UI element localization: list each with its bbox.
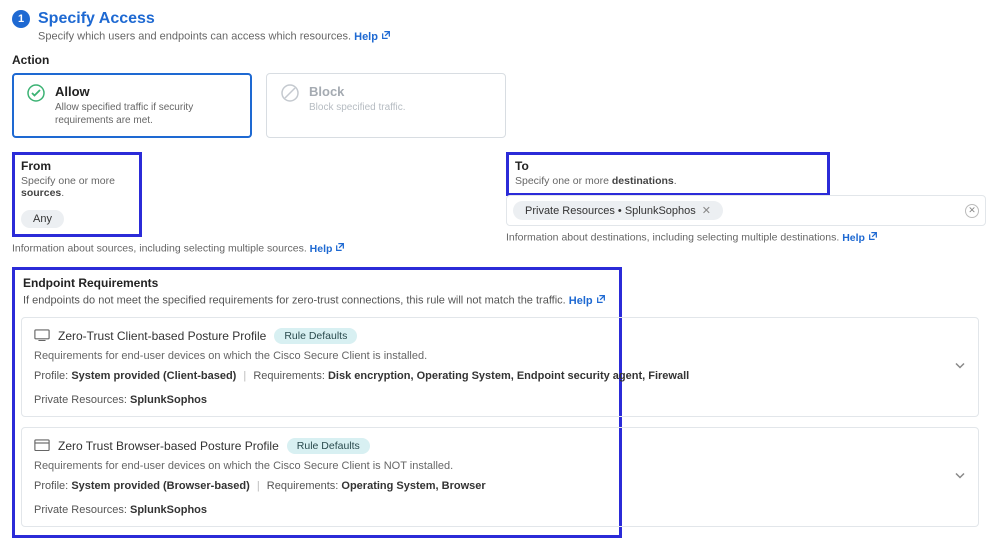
posture-profile-card: Zero Trust Browser-based Posture Profile… <box>21 427 979 527</box>
profile-details-line: Profile: System provided (Browser-based)… <box>34 480 966 492</box>
to-chip-resource[interactable]: Private Resources • SplunkSophos ✕ <box>513 201 723 220</box>
block-circle-icon <box>281 84 299 102</box>
endpoint-requirements-desc: If endpoints do not meet the specified r… <box>23 294 611 307</box>
profile-details-line: Profile: System provided (Client-based) … <box>34 370 966 382</box>
chip-remove-icon[interactable]: ✕ <box>702 204 711 217</box>
help-link-step[interactable]: Help <box>354 30 391 43</box>
step-title: Specify Access <box>38 10 155 28</box>
check-circle-icon <box>27 84 45 102</box>
from-chip-row[interactable]: Any <box>21 205 133 228</box>
step-description: Specify which users and endpoints can ac… <box>38 30 986 43</box>
help-link-label: Help <box>354 31 378 43</box>
help-link-to[interactable]: Help <box>842 231 878 244</box>
step-number-badge: 1 <box>12 10 30 28</box>
to-title: To <box>515 159 821 173</box>
action-block-card[interactable]: Block Block specified traffic. <box>266 73 506 138</box>
profile-name: Zero-Trust Client-based Posture Profile <box>58 329 266 343</box>
from-title: From <box>21 159 133 173</box>
from-highlight-frame: From Specify one or more sources. Any <box>12 152 142 237</box>
profile-name: Zero Trust Browser-based Posture Profile <box>58 439 279 453</box>
to-column: To Specify one or more destinations. Pri… <box>506 152 986 255</box>
external-link-icon <box>381 30 391 43</box>
action-options: Allow Allow specified traffic if securit… <box>12 73 986 138</box>
help-link-from[interactable]: Help <box>310 242 346 255</box>
profile-sub: Requirements for end-user devices on whi… <box>34 460 966 472</box>
clear-all-icon[interactable]: ✕ <box>965 204 979 218</box>
action-label: Action <box>12 53 986 67</box>
step-header: 1 Specify Access <box>12 10 986 28</box>
external-link-icon <box>335 242 345 255</box>
profile-sub: Requirements for end-user devices on whi… <box>34 350 966 362</box>
private-resources-line: Private Resources: SplunkSophos <box>34 394 966 406</box>
endpoint-requirements-title: Endpoint Requirements <box>23 276 611 290</box>
rule-defaults-badge: Rule Defaults <box>274 328 357 344</box>
action-block-sub: Block specified traffic. <box>309 101 406 114</box>
action-allow-title: Allow <box>55 84 237 99</box>
action-block-title: Block <box>309 84 406 99</box>
rule-defaults-badge: Rule Defaults <box>287 438 370 454</box>
action-allow-sub: Allow specified traffic if security requ… <box>55 101 237 127</box>
to-info: Information about destinations, includin… <box>506 231 986 244</box>
to-highlight-frame: To Specify one or more destinations. <box>506 152 830 196</box>
browser-icon <box>34 439 50 453</box>
external-link-icon <box>868 231 878 244</box>
action-allow-card[interactable]: Allow Allow specified traffic if securit… <box>12 73 252 138</box>
endpoint-requirements-frame: Endpoint Requirements If endpoints do no… <box>12 267 622 538</box>
chevron-down-icon[interactable] <box>954 360 966 375</box>
help-link-endpoint[interactable]: Help <box>569 294 606 307</box>
to-subtitle: Specify one or more destinations. <box>515 175 821 187</box>
external-link-icon <box>596 294 606 307</box>
from-to-row: From Specify one or more sources. Any In… <box>12 152 986 255</box>
profile-header: Zero-Trust Client-based Posture Profile … <box>34 328 966 344</box>
private-resources-line: Private Resources: SplunkSophos <box>34 504 966 516</box>
from-chip-any[interactable]: Any <box>21 210 64 228</box>
step-description-text: Specify which users and endpoints can ac… <box>38 31 351 43</box>
from-column: From Specify one or more sources. Any In… <box>12 152 492 255</box>
to-chip-row[interactable]: Private Resources • SplunkSophos ✕ ✕ <box>506 195 986 226</box>
chevron-down-icon[interactable] <box>954 470 966 485</box>
from-subtitle: Specify one or more sources. <box>21 175 133 199</box>
monitor-icon <box>34 329 50 343</box>
from-info: Information about sources, including sel… <box>12 242 492 255</box>
profile-header: Zero Trust Browser-based Posture Profile… <box>34 438 966 454</box>
posture-profile-card: Zero-Trust Client-based Posture Profile … <box>21 317 979 417</box>
